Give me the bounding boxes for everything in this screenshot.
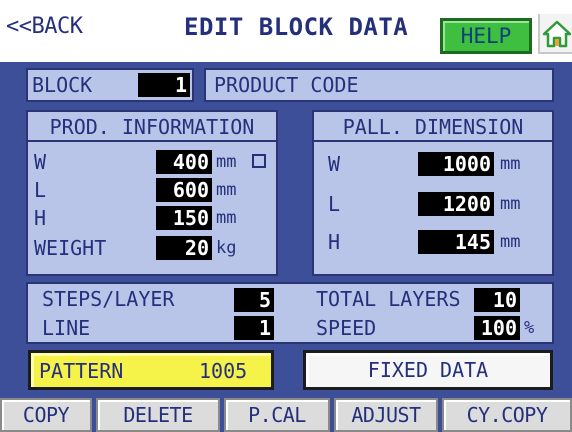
prod-weight-unit: kg xyxy=(216,238,237,258)
prod-information-panel: PROD. INFORMATION W 400 mm L 600 mm H 15… xyxy=(26,110,278,276)
line-label: LINE xyxy=(42,316,91,340)
pall-w-label: W xyxy=(328,152,341,176)
delete-button[interactable]: DELETE xyxy=(96,398,220,432)
speed-label: SPEED xyxy=(316,316,377,340)
fixed-data-button[interactable]: FIXED DATA xyxy=(303,350,553,390)
prod-information-title: PROD. INFORMATION xyxy=(28,112,276,142)
pall-w-value[interactable]: 1000 xyxy=(418,152,494,176)
pall-w-unit: mm xyxy=(500,154,521,174)
pattern-button[interactable]: PATTERN 1005 xyxy=(28,350,274,390)
block-field: BLOCK 1 xyxy=(26,68,194,102)
title-bar: <<BACK EDIT BLOCK DATA HELP xyxy=(0,0,572,62)
pall-l-label: L xyxy=(328,192,341,216)
block-value[interactable]: 1 xyxy=(138,73,190,97)
prod-w-unit: mm xyxy=(216,152,237,172)
pattern-label: PATTERN xyxy=(39,359,124,383)
prod-l-label: L xyxy=(34,178,47,202)
prod-l-value[interactable]: 600 xyxy=(156,178,212,202)
prod-w-checkbox[interactable] xyxy=(252,154,266,168)
home-button[interactable] xyxy=(538,14,572,54)
prod-h-value[interactable]: 150 xyxy=(156,206,212,230)
pall-h-value[interactable]: 145 xyxy=(418,230,494,254)
pall-h-label: H xyxy=(328,230,341,254)
steps-per-layer-label: STEPS/LAYER xyxy=(42,287,175,311)
prod-w-value[interactable]: 400 xyxy=(156,150,212,174)
layer-settings-panel: STEPS/LAYER 5 TOTAL LAYERS 10 LINE 1 SPE… xyxy=(26,282,554,344)
cy-copy-button[interactable]: CY.COPY xyxy=(442,398,572,432)
speed-value[interactable]: 100 xyxy=(474,316,520,340)
product-code-label: PRODUCT CODE xyxy=(214,73,359,97)
product-code-field: PRODUCT CODE xyxy=(204,68,554,102)
pall-l-unit: mm xyxy=(500,194,521,214)
home-icon xyxy=(542,20,572,48)
line-value[interactable]: 1 xyxy=(234,316,274,340)
block-label: BLOCK xyxy=(32,73,93,97)
back-button[interactable]: <<BACK xyxy=(4,8,124,46)
total-layers-label: TOTAL LAYERS xyxy=(316,287,461,311)
pall-l-value[interactable]: 1200 xyxy=(418,192,494,216)
prod-weight-value[interactable]: 20 xyxy=(156,236,212,260)
prod-h-unit: mm xyxy=(216,208,237,228)
copy-button[interactable]: COPY xyxy=(0,398,92,432)
adjust-button[interactable]: ADJUST xyxy=(334,398,438,432)
pall-dimension-panel: PALL. DIMENSION W 1000 mm L 1200 mm H 14… xyxy=(312,110,554,276)
steps-per-layer-value[interactable]: 5 xyxy=(234,288,274,312)
prod-w-label: W xyxy=(34,150,47,174)
pall-h-unit: mm xyxy=(500,232,521,252)
help-button[interactable]: HELP xyxy=(440,18,532,54)
prod-l-unit: mm xyxy=(216,180,237,200)
page-title: EDIT BLOCK DATA xyxy=(184,13,409,41)
prod-weight-label: WEIGHT xyxy=(34,236,107,260)
pattern-value: 1005 xyxy=(199,359,248,383)
total-layers-value[interactable]: 10 xyxy=(474,288,520,312)
speed-unit: % xyxy=(524,318,535,338)
p-cal-button[interactable]: P.CAL xyxy=(224,398,330,432)
prod-h-label: H xyxy=(34,206,47,230)
pall-dimension-title: PALL. DIMENSION xyxy=(314,112,552,142)
edit-block-data-screen: <<BACK EDIT BLOCK DATA HELP BLOCK 1 PROD… xyxy=(0,0,572,432)
